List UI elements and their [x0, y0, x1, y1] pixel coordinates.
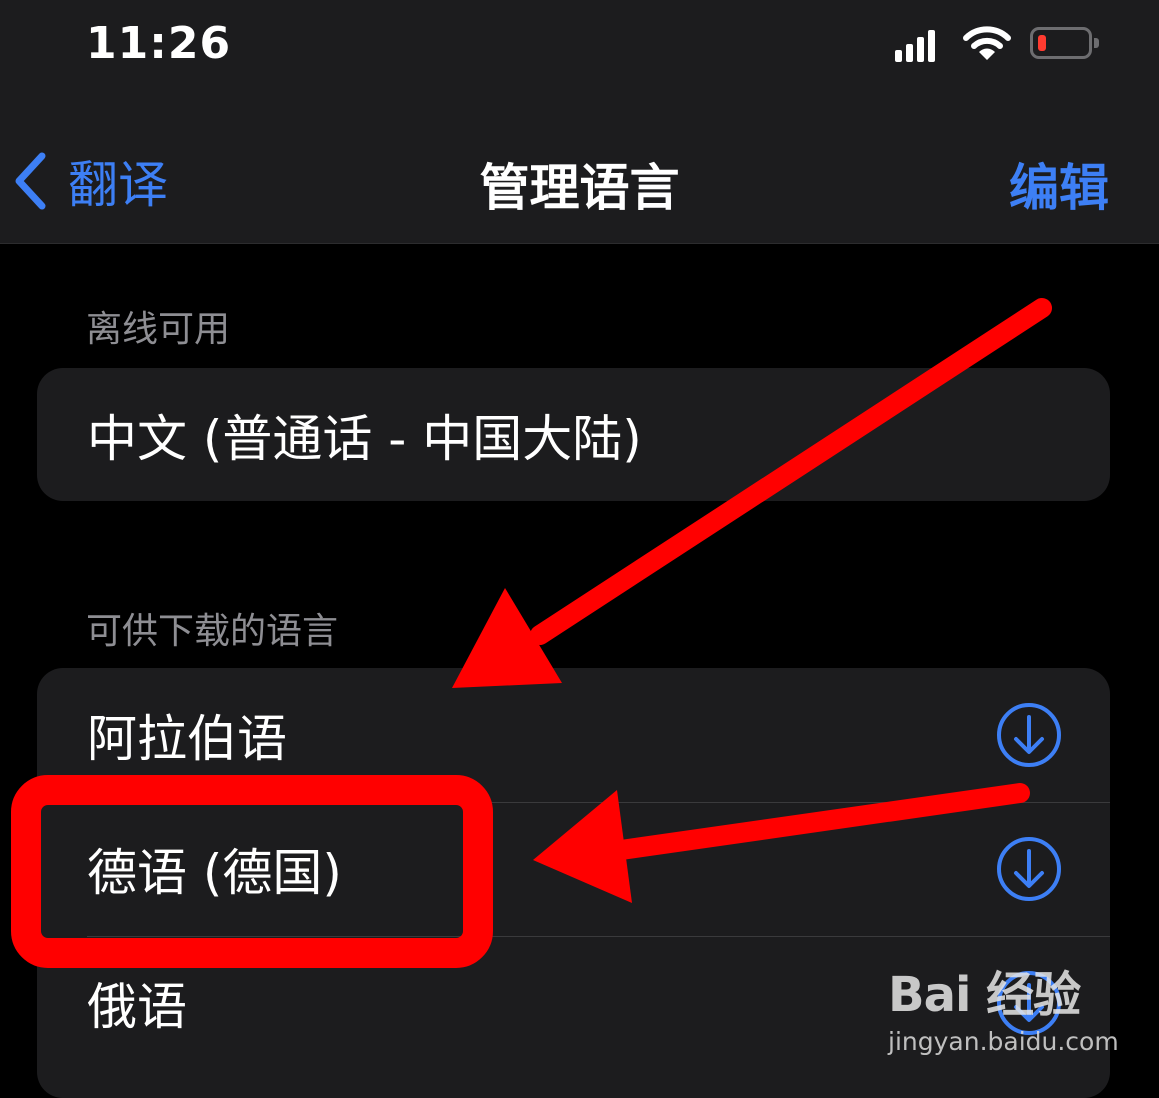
page-title: 管理语言 [479, 159, 680, 217]
wifi-icon [963, 26, 1011, 60]
battery-icon [1030, 27, 1099, 59]
offline-languages-list: 中文 (普通话 - 中国大陆) [37, 368, 1110, 501]
language-row[interactable]: 中文 (普通话 - 中国大陆) [37, 368, 1110, 501]
language-label: 中文 (普通话 - 中国大陆) [87, 409, 642, 468]
language-label: 德语 (德国) [87, 844, 342, 902]
language-label: 俄语 [87, 978, 187, 1036]
navigation-bar: 翻译 管理语言 编辑 [0, 100, 1159, 244]
language-row[interactable]: 阿拉伯语 [37, 668, 1110, 802]
section-header-offline: 离线可用 [86, 309, 231, 350]
status-time: 11:26 [86, 18, 232, 69]
language-row[interactable]: 德语 (德国) [37, 802, 1110, 936]
edit-button[interactable]: 编辑 [1009, 148, 1109, 220]
status-bar: 11:26 [0, 0, 1159, 100]
language-label: 阿拉伯语 [87, 710, 287, 768]
watermark: Bai 经验 jingyan.baidu.com [888, 955, 1148, 1065]
download-icon[interactable] [995, 701, 1063, 769]
watermark-logo: Bai 经验 [888, 967, 1081, 1023]
section-header-downloadable: 可供下载的语言 [86, 611, 339, 652]
download-icon[interactable] [995, 835, 1063, 903]
cellular-signal-icon [895, 30, 935, 62]
watermark-url: jingyan.baidu.com [888, 1027, 1119, 1056]
